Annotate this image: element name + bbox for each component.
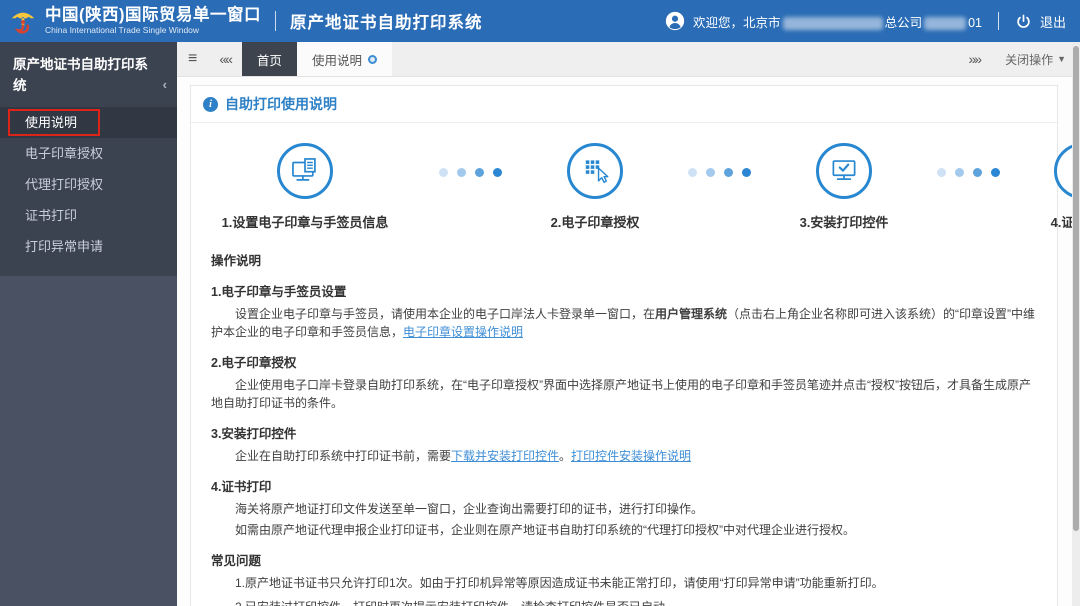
brand-block: 中国(陕西)国际贸易单一窗口 China International Trade… xyxy=(45,5,261,36)
content-column: ≡ «« 首页 使用说明 »» 关闭操作 ▼ i 自助打印使用说明 1.设置电子… xyxy=(177,42,1080,606)
monitor-check-icon xyxy=(816,143,872,199)
page-body: i 自助打印使用说明 1.设置电子印章与手签员信息 2.电子印章授权 3.安装打… xyxy=(177,77,1080,606)
section-4-title: 4.证书打印 xyxy=(211,480,272,495)
panel-title: 自助打印使用说明 xyxy=(225,96,337,112)
welcome-text: 欢迎您，北京市 总公司 01 xyxy=(693,12,982,31)
section-2-paragraph: 企业使用电子口岸卡登录自助打印系统，在“电子印章授权”界面中选择原产地证书上使用… xyxy=(211,378,1031,410)
sidebar-item-usage-instructions[interactable]: 使用说明 xyxy=(0,106,177,138)
user-avatar-icon xyxy=(665,11,685,31)
section-1-title: 1.电子印章与手签员设置 xyxy=(211,285,347,300)
step-separator-dots xyxy=(937,168,1000,177)
sidebar-item-eseal-authorization[interactable]: 电子印章授权 xyxy=(0,138,177,169)
vertical-scrollbar xyxy=(1072,42,1080,606)
tab-home[interactable]: 首页 xyxy=(241,42,297,76)
faq-title: 常见问题 xyxy=(211,554,262,569)
tab-bar-spacer xyxy=(392,42,958,76)
tab-usage-instructions[interactable]: 使用说明 xyxy=(296,42,392,76)
instructions-panel: i 自助打印使用说明 1.设置电子印章与手签员信息 2.电子印章授权 3.安装打… xyxy=(190,85,1080,606)
monitor-document-icon xyxy=(277,143,333,199)
sidebar-menu-block: 原产地证书自助打印系统 ‹ 使用说明 电子印章授权 代理打印授权 证书打印 打印… xyxy=(0,42,177,276)
sidebar-title: 原产地证书自助打印系统 ‹ xyxy=(13,57,167,95)
close-operations-dropdown[interactable]: 关闭操作 ▼ xyxy=(991,42,1080,76)
header-divider-2 xyxy=(997,12,999,30)
step-install-print-control: 3.安装打印控件 xyxy=(785,143,903,231)
sidebar-nav: 使用说明 电子印章授权 代理打印授权 证书打印 打印异常申请 xyxy=(0,106,177,262)
section-2-title: 2.电子印章授权 xyxy=(211,356,297,371)
page-title: 原产地证书自助打印系统 xyxy=(290,14,483,32)
section-4-line-1: 海关将原产地证打印文件发送至单一窗口，企业查询出需要打印的证书，进行打印操作。 xyxy=(235,501,704,516)
scroll-tabs-right-icon[interactable]: »» xyxy=(957,52,991,66)
logout-label: 退出 xyxy=(1039,14,1066,30)
section-3-paragraph: 企业在自助打印系统中打印证书前，需要下载并安装打印控件。打印控件安装操作说明 xyxy=(235,449,692,464)
step-setup-eseal: 1.设置电子印章与手签员信息 xyxy=(205,143,405,231)
app-window: 中国(陕西)国际贸易单一窗口 China International Trade… xyxy=(0,0,1080,606)
section-3-title: 3.安装打印控件 xyxy=(211,426,297,441)
stamp-click-icon xyxy=(567,143,623,199)
sidebar-collapse-icon[interactable]: ‹ xyxy=(163,75,167,95)
sidebar: 原产地证书自助打印系统 ‹ 使用说明 电子印章授权 代理打印授权 证书打印 打印… xyxy=(0,42,177,606)
faq-item-1: 1.原产地证书证书只允许打印1次。如由于打印机异常等原因造成证书未能正常打印，请… xyxy=(235,576,884,591)
welcome-prefix: 欢迎您，北京市 xyxy=(693,15,781,30)
faq-item-2: 2.已安装过打印控件，打印时再次提示安装打印控件，请检查打印控件是否已启动。 xyxy=(211,599,1037,606)
sidebar-item-print-exception-request[interactable]: 打印异常申请 xyxy=(0,231,177,262)
logout-button[interactable]: 退出 xyxy=(1015,12,1066,31)
info-icon: i xyxy=(203,96,218,112)
step-eseal-authorization: 2.电子印章授权 xyxy=(536,143,654,231)
power-icon xyxy=(1017,14,1030,28)
menu-toggle-icon[interactable]: ≡ xyxy=(177,51,208,67)
welcome-company-suffix: 总公司 xyxy=(884,15,923,30)
section-1-paragraph: 设置企业电子印章与手签员，请使用本企业的电子口岸法人卡登录单一窗口，在用户管理系… xyxy=(211,307,1036,339)
step-separator-dots xyxy=(688,168,751,177)
tab-close-icon[interactable] xyxy=(367,54,377,64)
redacted-account xyxy=(924,16,967,30)
panel-header: i 自助打印使用说明 xyxy=(191,86,1057,123)
step-separator-dots xyxy=(439,168,502,177)
welcome-account-number: 01 xyxy=(968,15,982,30)
scrollbar-thumb[interactable] xyxy=(1073,46,1079,532)
instructions-text: 操作说明 1.电子印章与手签员设置 设置企业电子印章与手签员，请使用本企业的电子… xyxy=(191,237,1057,606)
brand-subtitle: China International Trade Single Window xyxy=(45,25,200,36)
tab-bar: ≡ «« 首页 使用说明 »» 关闭操作 ▼ xyxy=(177,42,1080,77)
brand-title: 中国(陕西)国际贸易单一窗口 xyxy=(45,5,261,24)
section-ops-title: 操作说明 xyxy=(211,254,262,268)
scroll-tabs-left-icon[interactable]: «« xyxy=(208,52,242,66)
print-control-install-guide-link[interactable]: 打印控件安装操作说明 xyxy=(571,449,691,463)
download-print-control-link[interactable]: 下载并安装打印控件 xyxy=(451,449,559,463)
single-window-logo-icon xyxy=(11,12,35,34)
header-user-area: 欢迎您，北京市 总公司 01 退出 xyxy=(665,11,1066,31)
sidebar-item-agent-print-authorization[interactable]: 代理打印授权 xyxy=(0,169,177,200)
section-4-line-2: 如需由原产地证代理申报企业打印证书，企业则在原产地证书自助打印系统的“代理打印授… xyxy=(235,522,855,537)
user-management-system-bold: 用户管理系统 xyxy=(655,307,728,322)
sidebar-item-certificate-print[interactable]: 证书打印 xyxy=(0,200,177,231)
steps-row: 1.设置电子印章与手签员信息 2.电子印章授权 3.安装打印控件 4.证 xyxy=(191,123,1080,237)
top-header: 中国(陕西)国际贸易单一窗口 China International Trade… xyxy=(0,0,1080,42)
eseal-setup-guide-link[interactable]: 电子印章设置操作说明 xyxy=(403,325,523,339)
chevron-down-icon: ▼ xyxy=(1057,54,1066,64)
header-divider xyxy=(275,11,276,31)
redacted-company-name xyxy=(782,16,883,30)
